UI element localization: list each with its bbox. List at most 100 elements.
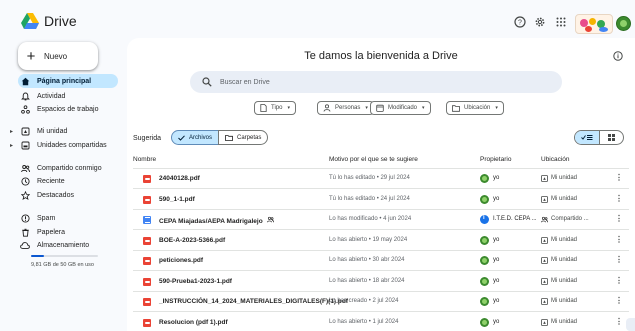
more-actions-icon[interactable]: ⋮ bbox=[615, 317, 623, 326]
grid-view-button[interactable] bbox=[598, 131, 623, 144]
sidebar-item-label: Unidades compartidas bbox=[37, 141, 107, 149]
main-panel: Te damos la bienvenida a Drive Buscar en… bbox=[127, 38, 635, 331]
list-view-button[interactable] bbox=[575, 131, 599, 144]
dropdown-arrow-icon: ▾ bbox=[365, 105, 368, 111]
filter-modificado[interactable]: Modificado ▾ bbox=[370, 101, 431, 115]
file-location[interactable]: Mi unidad bbox=[551, 319, 577, 325]
expand-caret-icon[interactable]: ▸ bbox=[10, 142, 13, 149]
search-bar[interactable]: Buscar en Drive bbox=[190, 71, 562, 93]
file-location[interactable]: Mi unidad bbox=[551, 257, 577, 263]
dropdown-arrow-icon: ▾ bbox=[495, 105, 498, 111]
owner-name: yo bbox=[493, 195, 500, 202]
dropdown-arrow-icon: ▾ bbox=[287, 105, 290, 111]
owner-avatar bbox=[480, 174, 489, 183]
apps-grid-icon[interactable] bbox=[555, 16, 567, 28]
owner-name: yo bbox=[493, 236, 500, 243]
owner-name: yo bbox=[493, 318, 500, 325]
sidebar-item-almacenamiento[interactable]: Almacenamiento bbox=[18, 238, 118, 252]
bell-icon bbox=[18, 92, 32, 101]
file-icon bbox=[260, 104, 267, 112]
star-icon bbox=[18, 190, 32, 200]
filter-label: Ubicación bbox=[464, 105, 491, 111]
pdf-file-icon bbox=[143, 175, 151, 183]
column-name[interactable]: Nombre bbox=[133, 156, 156, 163]
workspaces-icon bbox=[18, 104, 32, 114]
settings-icon[interactable] bbox=[534, 16, 546, 28]
more-actions-icon[interactable]: ⋮ bbox=[615, 235, 623, 244]
folders-toggle[interactable]: Carpetas bbox=[218, 130, 269, 145]
sidebar-item-pagina-principal[interactable]: Página principal bbox=[18, 74, 118, 88]
file-name: _INSTRUCCIÓN_14_2024_MATERIALES_DIGITALE… bbox=[159, 298, 349, 305]
help-icon[interactable]: ? bbox=[514, 16, 526, 28]
account-avatar[interactable] bbox=[616, 16, 631, 31]
sidebar-item-spam[interactable]: Spam bbox=[18, 211, 118, 225]
files-toggle[interactable]: Archivos bbox=[171, 130, 220, 145]
file-name: 590-Prueba1-2023-1.pdf bbox=[159, 277, 232, 285]
file-row[interactable]: 590-Prueba1-2023-1.pdf Lo has abierto • 1… bbox=[133, 272, 629, 292]
file-row[interactable]: peticiones.pdf Lo has abierto • 30 abr 20… bbox=[133, 251, 629, 271]
pdf-file-icon bbox=[143, 298, 151, 306]
file-name: CEPA Miajadas/AEPA Madrigalejo bbox=[159, 216, 274, 225]
owner-avatar bbox=[480, 276, 489, 286]
sidebar-item-mi-unidad[interactable]: ▸ Mi unidad bbox=[10, 124, 118, 138]
filter-label: Personas bbox=[335, 105, 361, 111]
sidebar-item-compartido-conmigo[interactable]: Compartido conmigo bbox=[18, 161, 118, 175]
drive-logo-icon[interactable] bbox=[21, 13, 39, 29]
file-location[interactable]: Compartido ... bbox=[551, 216, 589, 222]
sidebar-item-unidades-compartidas[interactable]: ▸ Unidades compartidas bbox=[10, 138, 118, 152]
more-actions-icon[interactable]: ⋮ bbox=[615, 173, 623, 182]
sidebar-item-actividad[interactable]: Actividad bbox=[18, 89, 118, 103]
owner-name: I.T.E.D. CEPA ... bbox=[493, 216, 537, 222]
file-location[interactable]: Mi unidad bbox=[551, 278, 577, 284]
suggestion-reason: Lo has creado • 2 jul 2024 bbox=[329, 298, 399, 304]
file-location[interactable]: Mi unidad bbox=[551, 196, 577, 202]
organization-logo[interactable] bbox=[575, 14, 613, 34]
storage-bar-fill bbox=[31, 255, 45, 257]
more-actions-icon[interactable]: ⋮ bbox=[615, 194, 623, 203]
suggestion-reason: Lo has abierto • 19 may 2024 bbox=[329, 236, 408, 243]
sidebar-item-label: Destacados bbox=[37, 191, 74, 199]
file-name: 24040128.pdf bbox=[159, 175, 200, 182]
person-icon bbox=[323, 104, 331, 112]
more-actions-icon[interactable]: ⋮ bbox=[615, 255, 623, 264]
side-panel-toggle[interactable] bbox=[626, 318, 635, 331]
filter-label: Modificado bbox=[388, 105, 418, 111]
search-input[interactable]: Buscar en Drive bbox=[220, 79, 270, 86]
file-row[interactable]: CEPA Miajadas/AEPA Madrigalejo Lo has mod… bbox=[133, 210, 629, 230]
owner-name: yo bbox=[493, 175, 500, 181]
my-drive-icon bbox=[18, 127, 32, 136]
suggestion-reason: Lo has abierto • 18 abr 2024 bbox=[329, 277, 405, 284]
sidebar-item-espacios-de-trabajo[interactable]: Espacios de trabajo bbox=[18, 102, 118, 116]
filter-tipo[interactable]: Tipo ▾ bbox=[254, 101, 296, 115]
doc-file-icon bbox=[143, 216, 151, 224]
info-icon[interactable] bbox=[613, 51, 623, 61]
file-row[interactable]: 590_1-1.pdf Tú lo has editado • 24 jul 20… bbox=[133, 190, 629, 210]
file-location[interactable]: Mi unidad bbox=[551, 298, 577, 304]
pdf-file-icon bbox=[143, 195, 151, 204]
pdf-file-icon bbox=[143, 257, 151, 265]
owner-name: yo bbox=[493, 257, 500, 263]
sidebar-item-reciente[interactable]: Reciente bbox=[18, 174, 118, 188]
more-actions-icon[interactable]: ⋮ bbox=[615, 214, 623, 223]
sidebar-item-label: Papelera bbox=[37, 228, 66, 236]
filter-ubicacion[interactable]: Ubicación ▾ bbox=[446, 101, 504, 115]
file-name: 590_1-1.pdf bbox=[159, 195, 195, 203]
storage-usage-text[interactable]: 9,81 GB de 50 GB en uso bbox=[31, 262, 94, 268]
file-row[interactable]: BOE-A-2023-5366.pdf Lo has abierto • 19 m… bbox=[133, 231, 629, 251]
expand-caret-icon[interactable]: ▸ bbox=[10, 128, 13, 135]
sidebar-item-papelera[interactable]: Papelera bbox=[18, 225, 118, 239]
new-button[interactable]: + Nuevo bbox=[18, 42, 98, 70]
filter-personas[interactable]: Personas ▾ bbox=[317, 101, 374, 115]
more-actions-icon[interactable]: ⋮ bbox=[615, 296, 623, 305]
file-location[interactable]: Mi unidad bbox=[551, 175, 577, 181]
more-actions-icon[interactable]: ⋮ bbox=[615, 276, 623, 285]
file-location[interactable]: Mi unidad bbox=[551, 237, 577, 243]
file-row[interactable]: Resolucion (pdf 1).pdf Lo has abierto • 1… bbox=[133, 313, 629, 331]
drive-icon bbox=[541, 298, 548, 305]
files-toggle-label: Archivos bbox=[189, 134, 213, 141]
app-name[interactable]: Drive bbox=[44, 13, 77, 29]
sidebar-item-destacados[interactable]: Destacados bbox=[18, 188, 118, 202]
file-row[interactable]: 24040128.pdf Tú lo has editado • 29 jul 2… bbox=[133, 169, 629, 189]
file-row[interactable]: _INSTRUCCIÓN_14_2024_MATERIALES_DIGITALE… bbox=[133, 292, 629, 312]
cloud-icon bbox=[18, 241, 32, 250]
